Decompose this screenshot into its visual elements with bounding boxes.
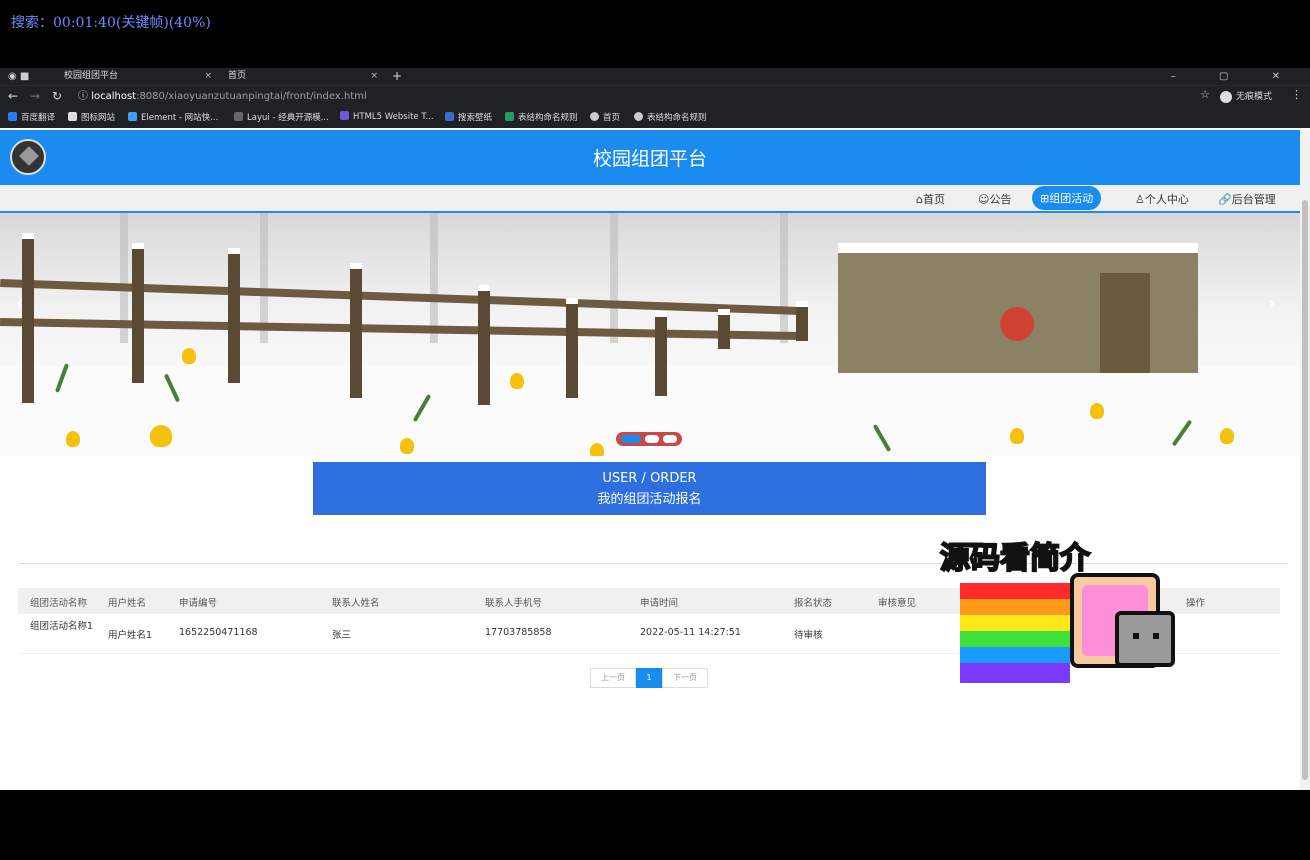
nav-home[interactable]: ⌂首页 [916, 191, 945, 207]
nav-group-activity[interactable]: ⊞组团活动 [1032, 186, 1102, 210]
tab-campus-platform[interactable]: 校园组团平台 × [58, 68, 216, 85]
carousel-dot[interactable] [663, 435, 677, 443]
section-title: USER / ORDER 我的组团活动报名 [313, 462, 986, 515]
cell-status: 待审核 [794, 630, 823, 641]
section-title-cn: 我的组团活动报名 [597, 492, 702, 507]
html5-icon [340, 111, 349, 120]
col-activity-name: 组团活动名称 [30, 598, 88, 609]
bookmark-item[interactable]: 表结构命名规则 [634, 111, 707, 123]
translate-icon [8, 112, 17, 121]
carousel-next-icon[interactable]: › [1268, 293, 1275, 314]
element-icon [128, 112, 137, 121]
close-icon[interactable]: × [370, 68, 378, 85]
col-contact-phone: 联系人手机号 [485, 598, 543, 609]
site-title: 校园组团平台 [592, 148, 707, 170]
col-apply-time: 申请时间 [640, 598, 679, 609]
cell-user-name: 用户姓名1 [108, 630, 153, 641]
video-overlay-bar: 搜索：00:01:40(关键帧)(40%) [0, 0, 1310, 68]
tab-label: 校园组团平台 [64, 71, 119, 81]
cat-head [1115, 611, 1175, 667]
search-timestamp-text: 搜索：00:01:40(关键帧)(40%) [11, 15, 211, 31]
tab-label: 首页 [228, 71, 247, 81]
back-arrow-icon[interactable]: ← [8, 89, 18, 103]
menu-kebab-icon[interactable]: ⋮ [1291, 88, 1302, 101]
cell-contact-phone: 17703785858 [485, 627, 552, 638]
bookmark-star-icon[interactable]: ☆ [1200, 88, 1210, 101]
tab-strip: ◉ ■ 校园组团平台 × 首页 × + – ▢ ✕ [0, 68, 1310, 85]
bookmark-item[interactable]: 首页 [590, 111, 620, 123]
col-actions: 操作 [1186, 598, 1206, 609]
tab-controls-icon[interactable]: ◉ ■ [8, 68, 29, 85]
site-header: 校园组团平台 [0, 130, 1300, 185]
col-status: 报名状态 [794, 598, 833, 609]
incognito-label: 无痕模式 [1235, 92, 1272, 102]
col-review-comment: 审核意见 [878, 598, 917, 609]
scroll-thumb[interactable] [1302, 200, 1308, 780]
sheet-icon [505, 112, 514, 121]
carousel-dot[interactable] [645, 435, 659, 443]
bookmark-item[interactable]: 百度翻译 [8, 111, 55, 123]
globe-icon [590, 112, 599, 121]
bookmark-item[interactable]: 搜索壁纸 [445, 111, 492, 123]
wallpaper-icon [445, 112, 454, 121]
nav-personal-center[interactable]: ♙个人中心 [1135, 191, 1189, 207]
forward-arrow-icon[interactable]: → [30, 89, 40, 103]
col-user-name: 用户姓名 [108, 598, 147, 609]
address-bar-row: ← → ↻ ⓘ localhost:8080/xiaoyuanzutuanpin… [0, 85, 1310, 107]
page-scrollbar[interactable] [1300, 130, 1310, 790]
video-letterbox [0, 790, 1310, 860]
cell-apply-no: 1652250471168 [179, 627, 258, 638]
new-tab-button[interactable]: + [392, 68, 402, 85]
bookmarks-bar: 百度翻译 图标网站 Element - 网站快... Layui - 经典开源模… [0, 107, 1310, 128]
sticker-caption: 源码看简介 [939, 540, 1091, 577]
page-1-button[interactable]: 1 [636, 668, 662, 688]
col-apply-no: 申请编号 [179, 598, 218, 609]
window-controls[interactable]: – ▢ ✕ [1171, 68, 1300, 85]
carousel-prev-icon[interactable]: ‹ [16, 293, 23, 314]
bookmark-item[interactable]: 图标网站 [68, 111, 115, 123]
nyan-cat-sticker: 源码看简介 [939, 533, 1185, 713]
prev-page-button[interactable]: 上一页 [590, 668, 636, 688]
incognito-indicator[interactable]: 无痕模式 [1219, 89, 1272, 103]
carousel-dot[interactable] [621, 435, 641, 443]
info-icon: ⓘ [78, 91, 92, 102]
next-page-button[interactable]: 下一页 [662, 668, 708, 688]
banner-carousel: ‹ › [0, 213, 1300, 456]
carousel-indicators [616, 432, 682, 446]
bookmark-item[interactable]: HTML5 Website T... [340, 111, 434, 122]
bookmark-item[interactable]: Element - 网站快... [128, 111, 218, 123]
cell-apply-time: 2022-05-11 14:27:51 [640, 627, 741, 638]
incognito-avatar-icon [1219, 90, 1232, 103]
layui-icon [234, 112, 243, 121]
bookmark-item[interactable]: 表结构命名规则 [505, 111, 578, 123]
cursor-highlight [1000, 307, 1034, 341]
bookmark-item[interactable]: Layui - 经典开源模... [234, 111, 329, 123]
flag-icon [68, 112, 77, 121]
cell-activity-name: 组团活动名称1 [30, 621, 94, 632]
tab-home[interactable]: 首页 × [222, 68, 382, 85]
reload-icon[interactable]: ↻ [52, 89, 62, 103]
col-contact-name: 联系人姓名 [332, 598, 380, 609]
globe-icon [634, 112, 643, 121]
nav-notice[interactable]: ☺公告 [978, 191, 1011, 207]
nav-admin[interactable]: 🔗后台管理 [1218, 191, 1276, 207]
site-nav: ⌂首页 ☺公告 ⊞组团活动 ♙个人中心 🔗后台管理 [0, 185, 1300, 213]
rainbow-trail [960, 583, 1070, 683]
url-path: :8080/xiaoyuanzutuanpingtai/front/index.… [136, 91, 367, 102]
section-title-en: USER / ORDER [602, 471, 697, 486]
url-host: localhost [91, 91, 137, 102]
close-icon[interactable]: × [204, 68, 212, 85]
cell-contact-name: 张三 [332, 630, 352, 641]
url-field[interactable]: ⓘ localhost:8080/xiaoyuanzutuanpingtai/f… [78, 88, 367, 105]
